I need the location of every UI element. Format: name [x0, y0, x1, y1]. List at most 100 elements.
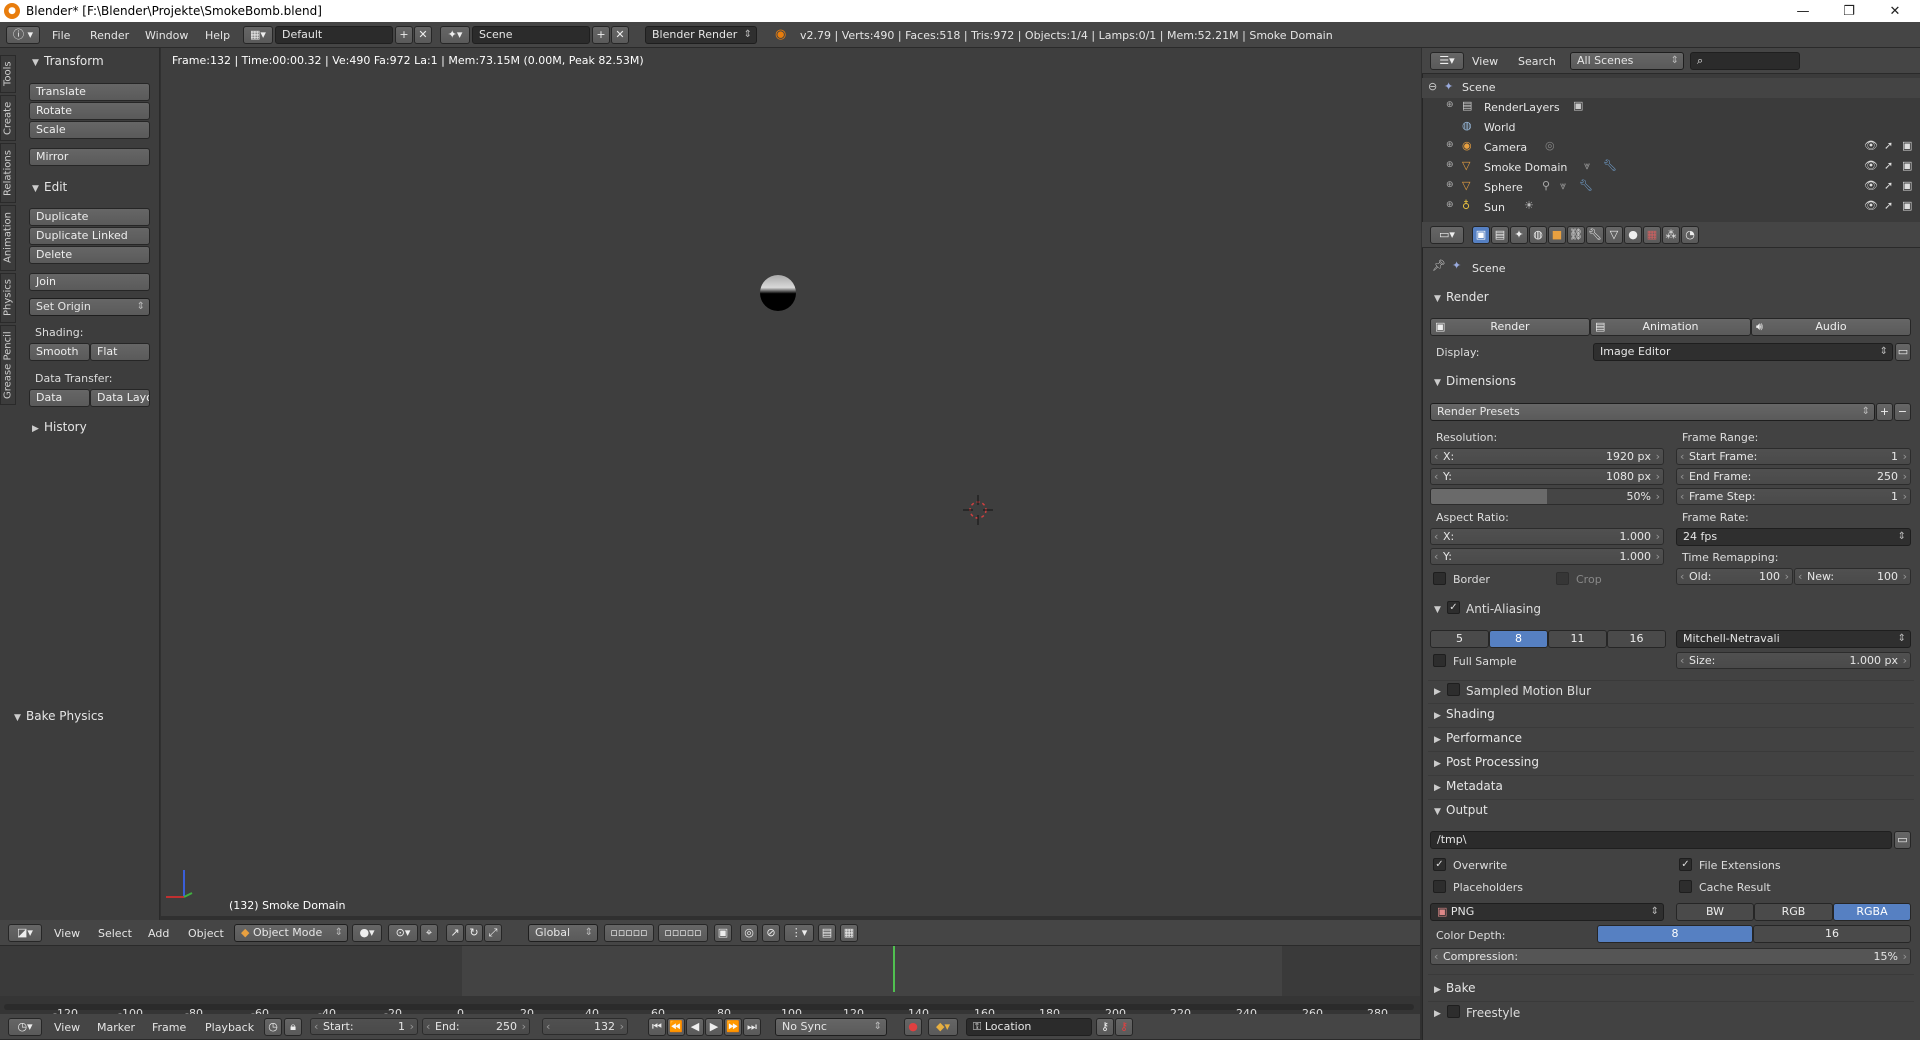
physics-context-icon[interactable]: ◔: [1681, 226, 1699, 244]
delete-button[interactable]: Delete: [29, 246, 150, 264]
keying-mode-icon[interactable]: ◆▾: [928, 1018, 958, 1036]
outliner-item-scene[interactable]: Scene: [1462, 81, 1496, 94]
duplicate-linked-button[interactable]: Duplicate Linked: [29, 227, 150, 245]
join-button[interactable]: Join: [29, 273, 150, 291]
render-presets-dropdown[interactable]: Render Presets: [1430, 403, 1875, 421]
outliner-item-smoke-domain[interactable]: Smoke Domain: [1484, 161, 1567, 174]
history-panel-header[interactable]: ▶ History: [32, 420, 87, 434]
3d-viewport[interactable]: [161, 48, 1421, 916]
dimensions-panel-header[interactable]: ▼ Dimensions: [1434, 374, 1516, 388]
outliner-item-sun[interactable]: Sun: [1484, 201, 1505, 214]
time-remap-new-field[interactable]: New: 100: [1794, 568, 1911, 585]
cursor-select-icon[interactable]: ➚: [1884, 139, 1893, 152]
render-camera-icon[interactable]: ▣: [1902, 159, 1912, 172]
render-context-icon[interactable]: ▣: [1472, 226, 1490, 244]
rotate-button[interactable]: Rotate: [29, 102, 150, 120]
render-view-icon[interactable]: ▭: [1895, 343, 1911, 361]
cursor-select-icon[interactable]: ➚: [1884, 199, 1893, 212]
expand-right-icon[interactable]: ⊕: [1446, 140, 1454, 150]
compression-slider[interactable]: Compression: 15%: [1430, 948, 1911, 965]
tab-physics[interactable]: Physics: [0, 273, 16, 323]
delete-keyframe-icon[interactable]: ⚷: [1115, 1018, 1133, 1036]
outliner-item-sphere[interactable]: Sphere: [1484, 181, 1523, 194]
render-camera-icon[interactable]: ▣: [1902, 139, 1912, 152]
opengl-anim-icon[interactable]: ▦: [840, 924, 858, 942]
opengl-render-icon[interactable]: ▤: [818, 924, 836, 942]
color-depth-8-button[interactable]: 8: [1597, 925, 1753, 943]
aa-samples-8-button[interactable]: 8: [1489, 630, 1548, 648]
freestyle-checkbox[interactable]: [1447, 1005, 1460, 1018]
time-remap-old-field[interactable]: Old: 100: [1676, 568, 1793, 585]
material-context-icon[interactable]: ●: [1624, 226, 1642, 244]
render-button[interactable]: ▣ Render: [1430, 318, 1590, 336]
tab-tools[interactable]: Tools: [0, 55, 16, 93]
jump-start-icon[interactable]: ⏮: [648, 1018, 666, 1036]
start-frame-field[interactable]: Start: 1: [310, 1018, 418, 1035]
modifiers-context-icon[interactable]: 🔧︎: [1586, 226, 1604, 244]
3d-cursor-icon[interactable]: [963, 495, 993, 525]
outliner-menu-search[interactable]: Search: [1518, 55, 1556, 68]
object-mode-dropdown[interactable]: ◆ Object Mode: [234, 924, 348, 942]
color-rgba-button[interactable]: RGBA: [1833, 903, 1911, 921]
remove-preset-icon[interactable]: −: [1894, 403, 1911, 421]
menu-marker[interactable]: Marker: [97, 1021, 135, 1034]
outliner-item-world[interactable]: World: [1484, 121, 1516, 134]
outliner-item-renderlayers[interactable]: RenderLayers: [1484, 101, 1560, 114]
scene-field[interactable]: Scene: [472, 26, 590, 44]
keying-set-field[interactable]: ⚿ Location: [966, 1018, 1092, 1036]
aa-filter-size-field[interactable]: Size: 1.000 px: [1676, 652, 1911, 669]
file-format-dropdown[interactable]: ▣ PNG: [1430, 903, 1664, 921]
bake-physics-panel-header[interactable]: ▼ Bake Physics: [14, 709, 104, 723]
set-origin-dropdown[interactable]: Set Origin: [29, 298, 150, 316]
preview-range-icon[interactable]: ◷: [264, 1018, 282, 1036]
menu-file[interactable]: File: [52, 29, 70, 42]
translate-manipulator-icon[interactable]: ↗: [446, 924, 464, 942]
menu-frame[interactable]: Frame: [152, 1021, 186, 1034]
aspect-x-field[interactable]: X: 1.000: [1430, 528, 1664, 545]
eye-icon[interactable]: 👁︎: [1864, 139, 1878, 152]
performance-panel-header[interactable]: ▶ Performance: [1434, 731, 1522, 745]
aspect-y-field[interactable]: Y: 1.000: [1430, 548, 1664, 565]
scale-manipulator-icon[interactable]: ⤢: [484, 924, 502, 942]
start-frame-field[interactable]: Start Frame: 1: [1676, 448, 1911, 465]
end-frame-field[interactable]: End: 250: [422, 1018, 530, 1035]
editor-type-button[interactable]: ⓘ ▾: [6, 26, 40, 44]
anti-aliasing-panel-header[interactable]: ▼: [1434, 601, 1446, 615]
screen-layout-icon[interactable]: ▦▾: [243, 26, 273, 44]
render-engine-dropdown[interactable]: Blender Render: [645, 26, 757, 44]
scene-icon[interactable]: ✦▾: [440, 26, 470, 44]
aa-filter-dropdown[interactable]: Mitchell-Netravali: [1676, 630, 1911, 648]
flat-button[interactable]: Flat: [90, 343, 150, 361]
play-reverse-icon[interactable]: ◀: [686, 1018, 704, 1036]
outliner-menu-view[interactable]: View: [1472, 55, 1498, 68]
renderlayers-context-icon[interactable]: ▤: [1491, 226, 1509, 244]
eye-icon[interactable]: 👁︎: [1864, 199, 1878, 212]
bake-panel-header[interactable]: ▶ Bake: [1434, 981, 1476, 995]
insert-keyframe-icon[interactable]: ⚷: [1096, 1018, 1114, 1036]
aa-samples-16-button[interactable]: 16: [1607, 630, 1666, 648]
output-panel-header[interactable]: ▼ Output: [1434, 803, 1488, 817]
constraints-context-icon[interactable]: ⛓: [1567, 226, 1585, 244]
output-path-input[interactable]: /tmp\: [1430, 831, 1892, 849]
freestyle-panel-header[interactable]: ▶: [1434, 1005, 1446, 1019]
delete-scene-icon[interactable]: ✕: [611, 26, 629, 44]
minimize-button[interactable]: —: [1780, 0, 1826, 22]
viewport-shading-button[interactable]: ●▾: [352, 924, 382, 942]
menu-playback[interactable]: Playback: [205, 1021, 254, 1034]
render-camera-icon[interactable]: ▣: [1902, 179, 1912, 192]
snap-toggle-icon[interactable]: ⊘: [762, 924, 780, 942]
aa-samples-5-button[interactable]: 5: [1430, 630, 1489, 648]
timeline-current-frame-line[interactable]: [893, 946, 895, 992]
placeholders-checkbox[interactable]: [1433, 880, 1446, 893]
resolution-x-field[interactable]: X: 1920 px: [1430, 448, 1664, 465]
post-processing-panel-header[interactable]: ▶ Post Processing: [1434, 755, 1539, 769]
tab-relations[interactable]: Relations: [0, 143, 16, 203]
layers-grid-1[interactable]: ▫▫▫▫▫: [604, 924, 654, 942]
play-icon[interactable]: ▶: [705, 1018, 723, 1036]
expand-right-icon[interactable]: ⊕: [1446, 180, 1454, 190]
tab-grease-pencil[interactable]: Grease Pencil: [0, 325, 16, 405]
eye-icon[interactable]: 👁︎: [1864, 179, 1878, 192]
edit-panel-header[interactable]: ▼ Edit: [32, 180, 67, 194]
texture-context-icon[interactable]: ▦: [1643, 226, 1661, 244]
screen-layout-field[interactable]: Default: [275, 26, 393, 44]
